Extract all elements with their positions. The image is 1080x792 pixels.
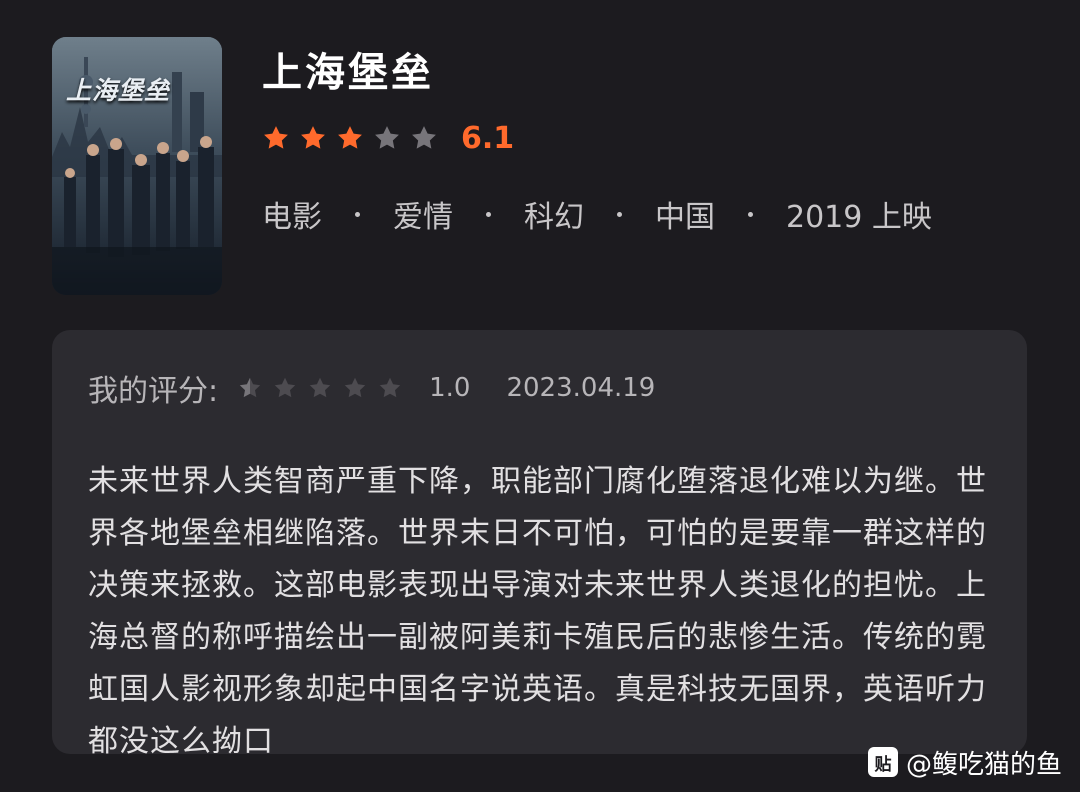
movie-poster[interactable]: 上海堡垒 — [52, 37, 222, 295]
my-rating-star-icon — [239, 377, 261, 398]
rating-score: 6.1 — [461, 120, 515, 156]
movie-review-page: 上海堡垒 上海堡垒 6.1 电影 爱情 科幻 中国 2019 上映 我的评分: … — [0, 0, 1080, 792]
rating-star-icon — [338, 126, 362, 149]
review-text: 未来世界人类智商严重下降，职能部门腐化堕落退化难以为继。世界各地堡垒相继陷落。世… — [88, 464, 987, 759]
my-rating-star-icon — [379, 377, 401, 398]
movie-title: 上海堡垒 — [262, 50, 434, 96]
review-card: 我的评分: 1.0 2023.04.19 未来世界人类智商严重下降，职能部门腐化… — [52, 330, 1027, 759]
meta-separator — [748, 211, 753, 217]
rating-star-icon — [375, 126, 399, 149]
rating-star-icon — [264, 126, 288, 149]
my-rating-label: 我的评分: — [88, 374, 219, 409]
meta-type: 电影 — [262, 200, 322, 235]
rating-star-icon — [301, 126, 325, 149]
meta-separator — [355, 211, 360, 217]
poster-title-text: 上海堡垒 — [66, 76, 171, 105]
rating-star-icon — [412, 126, 436, 149]
my-rating: 我的评分: 1.0 2023.04.19 — [88, 366, 655, 410]
review-date: 2023.04.19 — [506, 373, 656, 403]
my-rating-star-icon — [274, 377, 296, 398]
movie-rating: 6.1 — [262, 118, 514, 158]
my-rating-star-icon — [344, 377, 366, 398]
meta-release: 2019 上映 — [786, 200, 932, 235]
my-rating-star-icon — [309, 377, 331, 398]
meta-genre-2: 科幻 — [524, 200, 584, 235]
watermark-handle: @鳆吃猫的鱼 — [905, 749, 1062, 780]
tieba-logo-icon: 贴 — [867, 747, 898, 777]
rating-stars — [262, 124, 447, 152]
movie-meta: 电影 爱情 科幻 中国 2019 上映 — [262, 192, 932, 236]
watermark: 贴 @鳆吃猫的鱼 — [867, 744, 1062, 780]
my-rating-score: 1.0 — [429, 373, 471, 403]
meta-separator — [617, 211, 622, 217]
meta-country: 中国 — [655, 200, 715, 235]
my-rating-stars — [238, 376, 413, 400]
meta-genre-1: 爱情 — [393, 200, 453, 235]
meta-separator — [486, 211, 491, 217]
